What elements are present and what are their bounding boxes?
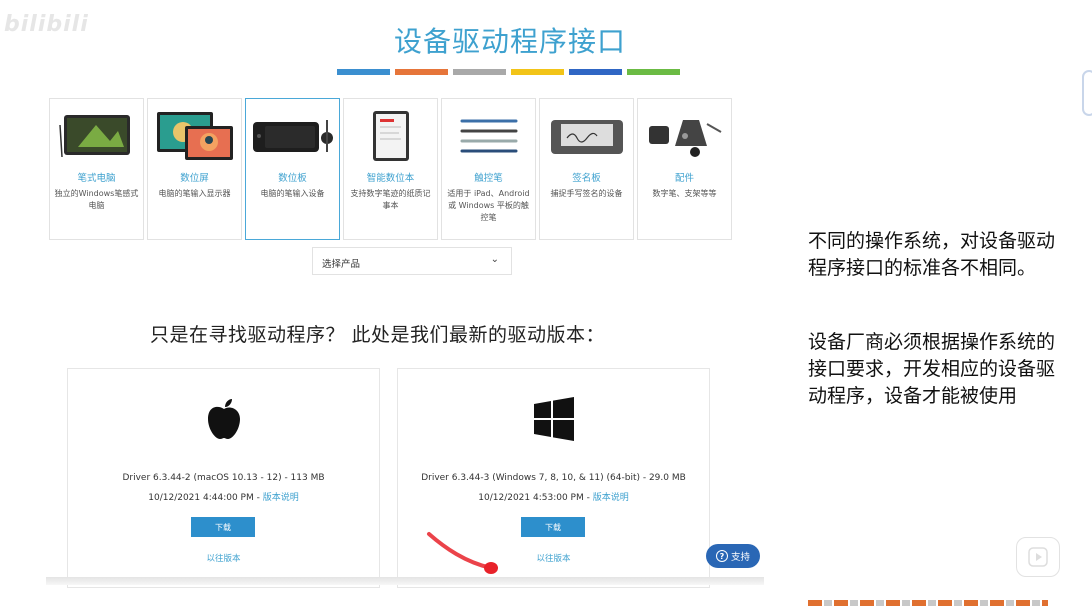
product-desc: 电脑的笔输入设备 xyxy=(260,189,325,198)
driver-name: Driver 6.3.44-3 (Windows 7, 8, 10, & 11)… xyxy=(421,473,686,483)
page-title: 设备驱动程序接口 xyxy=(393,25,626,58)
lecture-note-2: 设备厂商必须根据操作系统的接口要求，开发相应的设备驱动程序，设备才能被使用 xyxy=(808,331,1056,407)
play-icon[interactable] xyxy=(1016,537,1060,577)
lecture-note-1: 不同的操作系统，对设备驱动程序接口的标准各不相同。 xyxy=(808,230,1056,279)
release-notes-link[interactable]: 版本说明 xyxy=(263,493,299,503)
driver-name: Driver 6.3.44-2 (macOS 10.13 - 12) - 113… xyxy=(122,473,325,483)
product-title: 签名板 xyxy=(572,173,601,184)
signature-pad-icon xyxy=(540,105,633,167)
release-notes-link[interactable]: 版本说明 xyxy=(593,493,629,503)
product-desc: 支持数字笔迹的纸质记事本 xyxy=(350,189,431,210)
product-categories: 笔式电脑 独立的Windows笔感式电脑 数位屏 电脑的笔输入显示器 数位板 电… xyxy=(49,98,732,240)
color-bar-segment xyxy=(395,69,448,75)
product-desc: 捕捉手写签名的设备 xyxy=(550,189,623,198)
red-annotation-stroke xyxy=(427,532,498,574)
pen-computer-icon xyxy=(50,105,143,167)
drivers-heading: 只是在寻找驱动程序？ 此处是我们最新的驱动版本： xyxy=(150,324,606,346)
download-button[interactable]: 下载 xyxy=(191,517,255,537)
driver-date-text: 10/12/2021 4:53:00 PM - xyxy=(478,493,593,503)
windows-icon xyxy=(398,397,709,441)
chevron-down-icon: ⌄ xyxy=(490,254,499,265)
driver-date: 10/12/2021 4:53:00 PM - 版本说明 xyxy=(398,490,709,503)
apple-icon xyxy=(68,397,379,441)
bottom-subtitle-strip xyxy=(808,598,1048,606)
color-bar-segment xyxy=(337,69,390,75)
product-card-pen-display[interactable]: 数位屏 电脑的笔输入显示器 xyxy=(147,98,242,240)
help-icon: ? xyxy=(715,550,728,562)
product-title: 数位屏 xyxy=(180,173,209,184)
accessories-icon xyxy=(638,105,731,167)
smartpad-icon xyxy=(344,105,437,167)
previous-versions-link[interactable]: 以往版本 xyxy=(68,552,379,564)
color-bar-segment xyxy=(511,69,564,75)
support-button[interactable]: ? 支持 xyxy=(706,544,760,568)
mac-driver-panel: Driver 6.3.44-2 (macOS 10.13 - 12) - 113… xyxy=(67,368,380,588)
support-label: 支持 xyxy=(730,552,750,563)
product-title: 智能数位本 xyxy=(366,173,415,184)
product-desc: 数字笔、支架等等 xyxy=(652,189,717,198)
product-select[interactable]: 选择产品 ⌄ xyxy=(312,247,512,275)
product-desc: 独立的Windows笔感式电脑 xyxy=(54,189,139,210)
product-card-smartpad[interactable]: 智能数位本 支持数字笔迹的纸质记事本 xyxy=(343,98,438,240)
product-desc: 适用于 iPad、Android 或 Windows 平板的触控笔 xyxy=(447,189,530,222)
pen-tablet-icon xyxy=(246,105,339,167)
product-select-label: 选择产品 xyxy=(322,259,361,270)
color-bar-segment xyxy=(453,69,506,75)
product-card-signature-pad[interactable]: 签名板 捕捉手写签名的设备 xyxy=(539,98,634,240)
product-card-pen-computer[interactable]: 笔式电脑 独立的Windows笔感式电脑 xyxy=(49,98,144,240)
stylus-icon xyxy=(442,105,535,167)
pen-display-icon xyxy=(148,105,241,167)
color-bar-segment xyxy=(569,69,622,75)
color-bar xyxy=(337,69,680,75)
page-bottom-shadow xyxy=(46,577,764,585)
driver-date-text: 10/12/2021 4:44:00 PM - xyxy=(148,493,263,503)
screen: bilibili 设备驱动程序接口 笔式电脑 独立的Windows笔感式电脑 数… xyxy=(0,0,1092,606)
download-button[interactable]: 下载 xyxy=(521,517,585,537)
product-card-accessories[interactable]: 配件 数字笔、支架等等 xyxy=(637,98,732,240)
color-bar-segment xyxy=(627,69,680,75)
product-title: 笔式电脑 xyxy=(77,173,116,184)
side-handle[interactable] xyxy=(1082,70,1092,116)
product-desc: 电脑的笔输入显示器 xyxy=(158,189,231,198)
product-title: 数位板 xyxy=(278,173,307,184)
driver-date: 10/12/2021 4:44:00 PM - 版本说明 xyxy=(68,490,379,503)
bilibili-watermark: bilibili xyxy=(4,12,89,37)
product-card-stylus[interactable]: 触控笔 适用于 iPad、Android 或 Windows 平板的触控笔 xyxy=(441,98,536,240)
product-card-pen-tablet[interactable]: 数位板 电脑的笔输入设备 xyxy=(245,98,340,240)
product-title: 触控笔 xyxy=(474,173,503,184)
product-title: 配件 xyxy=(674,173,694,184)
